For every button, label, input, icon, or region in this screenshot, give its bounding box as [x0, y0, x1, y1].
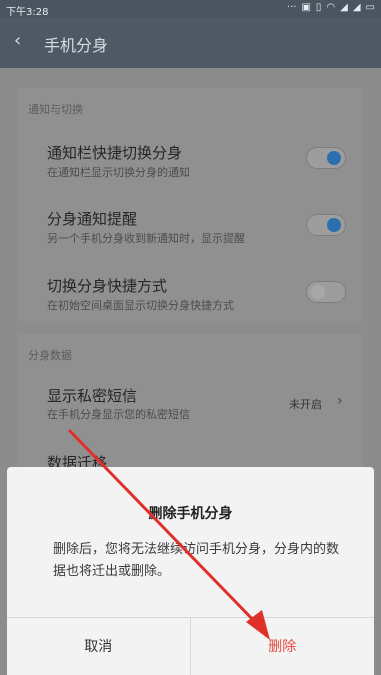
- arrow-shaft: [67, 428, 260, 627]
- annotation-arrow-icon: [67, 428, 270, 640]
